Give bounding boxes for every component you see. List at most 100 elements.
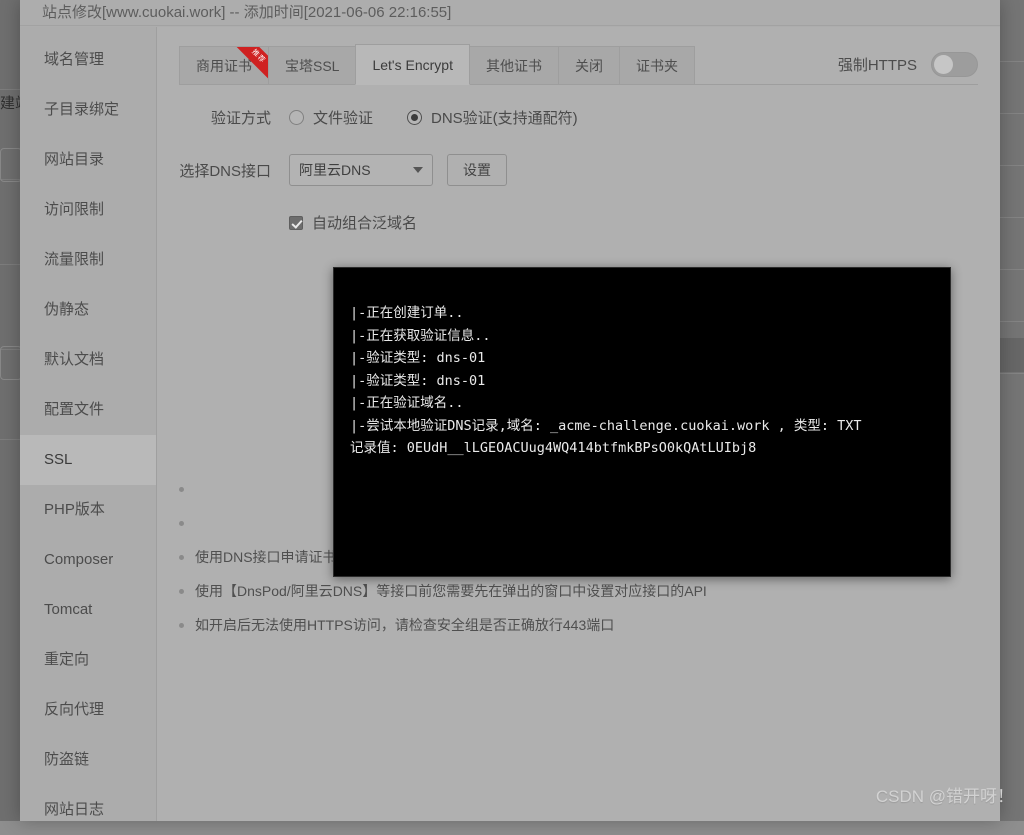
sidebar-item-14[interactable]: 防盗链	[20, 735, 156, 785]
tab-3[interactable]: 其他证书	[469, 46, 559, 84]
csdn-watermark: CSDN @错开呀！	[876, 782, 1014, 807]
auto-wildcard-checkbox[interactable]	[289, 216, 303, 230]
radio-file-verification-label: 文件验证	[313, 107, 373, 128]
auto-wildcard-row[interactable]: 自动组合泛域名	[289, 212, 978, 233]
background-box	[1000, 338, 1024, 372]
tab-5[interactable]: 证书夹	[619, 46, 695, 84]
console-line: |-正在获取验证信息..	[350, 325, 934, 348]
sidebar-item-15[interactable]: 网站日志	[20, 785, 156, 835]
sidebar-item-label: 重定向	[44, 651, 89, 668]
sidebar-item-label: 流量限制	[44, 251, 104, 268]
console-line: 记录值: 0EUdH__lLGEOACUug4WQ414btfmkBPsO0kQ…	[350, 437, 934, 460]
sidebar-item-label: 配置文件	[44, 401, 104, 418]
sidebar-item-4[interactable]: 流量限制	[20, 235, 156, 285]
sidebar-item-13[interactable]: 反向代理	[20, 685, 156, 735]
sidebar-item-3[interactable]: 访问限制	[20, 185, 156, 235]
console-line: |-验证类型: dns-01	[350, 347, 934, 370]
sidebar-item-label: 防盗链	[44, 751, 89, 768]
tab-label: 关闭	[575, 58, 603, 74]
sidebar-item-label: 网站日志	[44, 801, 104, 818]
tab-label: Let's Encrypt	[372, 57, 453, 73]
background-row	[1000, 270, 1024, 322]
sidebar-item-0[interactable]: 域名管理	[20, 35, 156, 85]
dns-interface-row: 选择DNS接口 阿里云DNS 设置	[179, 154, 978, 186]
tab-label: 商用证书	[196, 58, 252, 74]
tip-item: 如开启后无法使用HTTPS访问，请检查安全组是否正确放行443端口	[179, 615, 978, 635]
console-line: |-正在创建订单..	[350, 302, 934, 325]
acme-console-output: |-正在创建订单..|-正在获取验证信息..|-验证类型: dns-01|-验证…	[333, 267, 951, 577]
ssl-tab-row: 商用证书推荐宝塔SSL Let's Encrypt 其他证书 关闭 证书夹 强制HTTP…	[179, 45, 978, 85]
tip-text: 如开启后无法使用HTTPS访问，请检查安全组是否正确放行443端口	[195, 615, 614, 635]
lets-encrypt-form: 验证方式 文件验证 DNS验证(支持通配符) 选择DNS接口	[157, 85, 1000, 233]
tab-label: 证书夹	[636, 58, 678, 74]
sidebar-item-label: 子目录绑定	[44, 101, 119, 118]
site-edit-modal: 站点修改[www.cuokai.work] -- 添加时间[2021-06-06…	[20, 0, 1000, 821]
modal-title: 站点修改[www.cuokai.work] -- 添加时间[2021-06-06…	[20, 0, 1000, 26]
radio-file-verification[interactable]: 文件验证	[289, 107, 373, 128]
sidebar-item-label: 反向代理	[44, 701, 104, 718]
sidebar-item-8[interactable]: SSL	[20, 435, 156, 485]
dns-interface-label: 选择DNS接口	[179, 160, 289, 181]
dns-interface-selected-value: 阿里云DNS	[299, 160, 371, 180]
verify-method-row: 验证方式 文件验证 DNS验证(支持通配符)	[179, 107, 978, 128]
sidebar-item-label: 域名管理	[44, 51, 104, 68]
background-row	[1000, 114, 1024, 166]
background-row	[1000, 218, 1024, 270]
sidebar-item-1[interactable]: 子目录绑定	[20, 85, 156, 135]
verify-method-radios: 文件验证 DNS验证(支持通配符)	[289, 107, 578, 128]
radio-indicator	[289, 110, 304, 125]
sidebar-item-10[interactable]: Composer	[20, 535, 156, 585]
tab-label: 宝塔SSL	[285, 58, 339, 74]
sidebar-item-12[interactable]: 重定向	[20, 635, 156, 685]
dns-interface-select[interactable]: 阿里云DNS	[289, 154, 433, 186]
console-line: |-正在验证域名..	[350, 392, 934, 415]
bullet-icon	[179, 555, 184, 560]
tip-text: 使用【DnsPod/阿里云DNS】等接口前您需要先在弹出的窗口中设置对应接口的A…	[195, 581, 707, 601]
verify-method-label: 验证方式	[179, 107, 289, 128]
tab-0[interactable]: 商用证书推荐	[179, 46, 269, 84]
sidebar-item-6[interactable]: 默认文档	[20, 335, 156, 385]
dns-settings-button[interactable]: 设置	[447, 154, 507, 186]
sidebar-item-label: SSL	[44, 451, 72, 468]
radio-dns-verification[interactable]: DNS验证(支持通配符)	[407, 107, 578, 128]
tab-1[interactable]: 宝塔SSL	[268, 46, 356, 84]
tab-label: 其他证书	[486, 58, 542, 74]
sidebar-item-label: PHP版本	[44, 501, 105, 518]
background-row	[1000, 62, 1024, 114]
bullet-icon	[179, 623, 184, 628]
background-chip	[0, 346, 22, 380]
tab-2[interactable]: Let's Encrypt	[355, 44, 470, 85]
modal-sidebar: 域名管理子目录绑定网站目录访问限制流量限制伪静态默认文档配置文件 SSL PHP版本…	[20, 27, 157, 821]
console-line: |-尝试本地验证DNS记录,域名: _acme-challenge.cuokai…	[350, 415, 934, 438]
sidebar-item-2[interactable]: 网站目录	[20, 135, 156, 185]
tip-item: 使用【DnsPod/阿里云DNS】等接口前您需要先在弹出的窗口中设置对应接口的A…	[179, 581, 978, 601]
modal-body: 域名管理子目录绑定网站目录访问限制流量限制伪静态默认文档配置文件 SSL PHP版本…	[20, 27, 1000, 821]
auto-wildcard-label: 自动组合泛域名	[312, 212, 417, 233]
force-https-group: 强制HTTPS	[838, 52, 978, 84]
sidebar-item-11[interactable]: Tomcat	[20, 585, 156, 635]
background-right-strip	[1000, 0, 1024, 821]
sidebar-item-label: 访问限制	[44, 201, 104, 218]
radio-dns-verification-label: DNS验证(支持通配符)	[431, 107, 578, 128]
background-row	[1000, 10, 1024, 62]
tab-4[interactable]: 关闭	[558, 46, 620, 84]
sidebar-item-5[interactable]: 伪静态	[20, 285, 156, 335]
force-https-label: 强制HTTPS	[838, 54, 917, 75]
bullet-icon	[179, 521, 184, 526]
toggle-knob	[934, 55, 953, 74]
sidebar-item-label: Tomcat	[44, 601, 92, 618]
sidebar-item-9[interactable]: PHP版本	[20, 485, 156, 535]
console-line: |-验证类型: dns-01	[350, 370, 934, 393]
bullet-icon	[179, 487, 184, 492]
sidebar-item-label: 网站目录	[44, 151, 104, 168]
background-chip	[0, 148, 22, 182]
sidebar-item-label: Composer	[44, 551, 113, 568]
background-row	[1000, 166, 1024, 218]
radio-indicator	[407, 110, 422, 125]
modal-main-panel: 商用证书推荐宝塔SSL Let's Encrypt 其他证书 关闭 证书夹 强制HTTP…	[157, 27, 1000, 821]
sidebar-item-label: 伪静态	[44, 301, 89, 318]
bullet-icon	[179, 589, 184, 594]
chevron-down-icon	[413, 167, 423, 173]
sidebar-item-7[interactable]: 配置文件	[20, 385, 156, 435]
force-https-toggle[interactable]	[931, 52, 978, 77]
